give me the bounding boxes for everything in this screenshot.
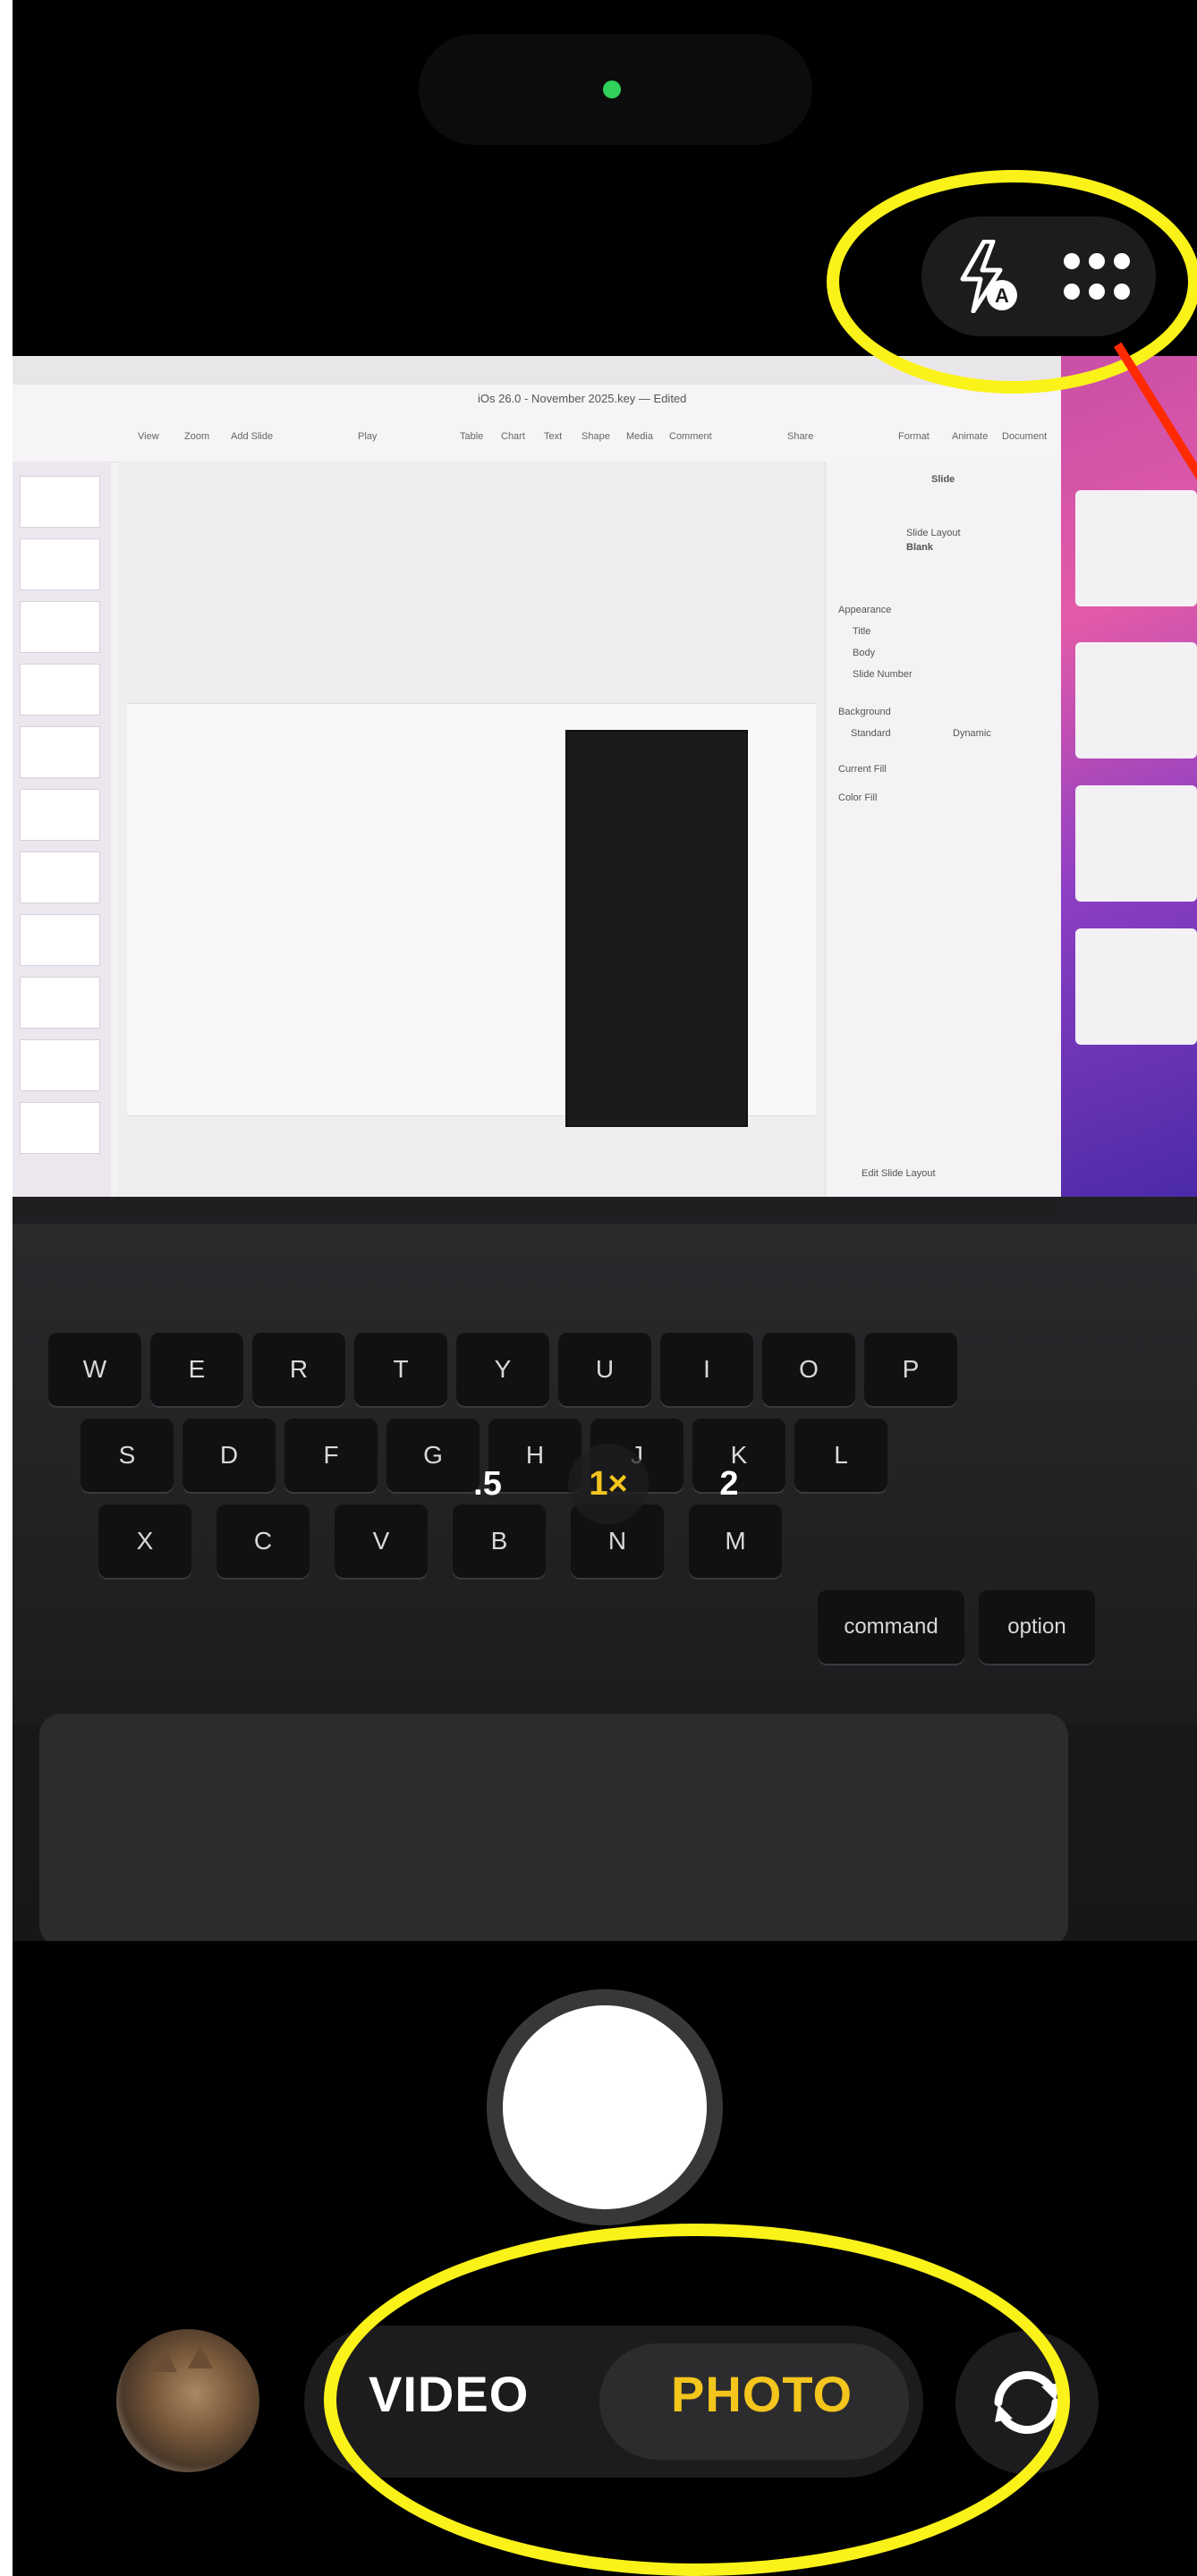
body-option: Body [853, 648, 876, 658]
flash-badge-label: A [995, 284, 1009, 307]
toolbar-chart: Chart [501, 431, 525, 442]
slide-thumbnail [20, 1102, 100, 1154]
mode-video[interactable]: VIDEO [369, 2365, 529, 2423]
slide-thumbnail [20, 664, 100, 716]
embedded-screenshot [565, 730, 748, 1127]
toolbar-comment: Comment [669, 431, 712, 442]
key-option: option [979, 1590, 1095, 1664]
key: D [183, 1419, 276, 1492]
slide-thumbnail [20, 789, 100, 841]
toolbar-play: Play [358, 431, 378, 442]
camera-in-use-indicator [603, 80, 621, 98]
camera-viewfinder[interactable]: iOs 26.0 - November 2025.key — Edited Vi… [13, 356, 1197, 1941]
color-fill-label: Color Fill [838, 792, 878, 803]
toolbar-table: Table [460, 431, 484, 442]
key: S [81, 1419, 174, 1492]
zoom-selector: .5 1× 2 [447, 1444, 769, 1524]
key: P [864, 1333, 957, 1406]
slide-thumbnail [20, 852, 100, 903]
key: F [284, 1419, 378, 1492]
zoom-1x-button[interactable]: 1× [568, 1444, 649, 1524]
toolbar-media: Media [626, 431, 653, 442]
more-options-icon[interactable] [1061, 249, 1133, 306]
key: I [660, 1333, 753, 1406]
slide-thumbnail [20, 538, 100, 590]
zoom-0.5-button[interactable]: .5 [447, 1444, 528, 1524]
toolbar-zoom: Zoom [184, 431, 210, 442]
slide-thumbnail [20, 476, 100, 528]
document-title: iOs 26.0 - November 2025.key — Edited [478, 392, 687, 405]
desktop-window-preview [1075, 928, 1197, 1045]
slide-thumbnail [20, 977, 100, 1029]
camera-app: A iOs 26.0 - November 2025.key — Edited … [13, 0, 1197, 2576]
toolbar-share: Share [787, 431, 814, 442]
toolbar-format: Format [898, 431, 930, 442]
key: C [216, 1504, 310, 1578]
last-photo-thumbnail[interactable] [116, 2329, 259, 2472]
slide-number-option: Slide Number [853, 669, 913, 680]
toolbar-view: View [138, 431, 159, 442]
background-label: Background [838, 707, 891, 717]
toolbar-text: Text [544, 431, 563, 442]
menubar [13, 356, 1197, 385]
dynamic-option: Dynamic [953, 728, 991, 739]
slide-thumbnail [20, 914, 100, 966]
desktop-window-preview [1075, 490, 1197, 606]
flash-auto-icon[interactable]: A [954, 239, 1022, 314]
key: Y [456, 1333, 549, 1406]
dynamic-island [419, 34, 812, 145]
keynote-toolbar: iOs 26.0 - November 2025.key — Edited Vi… [13, 385, 1061, 462]
mode-photo[interactable]: PHOTO [671, 2365, 853, 2423]
camera-flip-icon [994, 2370, 1060, 2435]
shutter-button[interactable] [487, 1989, 723, 2225]
desktop-window-preview [1075, 642, 1197, 758]
zoom-2x-button[interactable]: 2 [689, 1444, 769, 1524]
laptop-screen: iOs 26.0 - November 2025.key — Edited Vi… [13, 356, 1197, 1216]
slide-thumbnail [20, 1039, 100, 1091]
key: T [354, 1333, 447, 1406]
toolbar-shape: Shape [582, 431, 610, 442]
key: O [762, 1333, 855, 1406]
desktop-wallpaper [1061, 356, 1197, 1197]
toolbar-add-slide: Add Slide [231, 431, 274, 442]
key: X [98, 1504, 191, 1578]
standard-option: Standard [851, 728, 891, 739]
cat-ear [152, 2349, 177, 2372]
key: E [150, 1333, 243, 1406]
format-inspector: Slide Slide Layout Blank Appearance Titl… [825, 462, 1062, 1197]
switch-camera-button[interactable] [955, 2331, 1099, 2474]
key: R [252, 1333, 345, 1406]
slide-canvas [118, 462, 825, 1197]
current-fill-label: Current Fill [838, 764, 887, 775]
slide-layout-value: Blank [906, 542, 933, 553]
toolbar-document: Document [1002, 431, 1048, 442]
toolbar-animate: Animate [952, 431, 989, 442]
slide-navigator [13, 462, 111, 1197]
inspector-tab: Slide [931, 474, 955, 485]
slide-thumbnail [20, 601, 100, 653]
key: W [48, 1333, 141, 1406]
title-option: Title [853, 626, 871, 637]
shutter-inner [503, 2005, 707, 2209]
slide-thumbnail [20, 726, 100, 778]
laptop-trackpad [39, 1714, 1068, 1941]
key: V [335, 1504, 428, 1578]
top-controls-pill: A [921, 216, 1156, 336]
edit-slide-layout: Edit Slide Layout [862, 1168, 936, 1179]
slide-layout-label: Slide Layout [906, 528, 961, 538]
desktop-window-preview [1075, 785, 1197, 902]
cat-ear [188, 2345, 213, 2368]
capture-mode-switcher: VIDEO PHOTO [304, 2326, 923, 2478]
key-command: command [818, 1590, 964, 1664]
appearance-label: Appearance [838, 605, 892, 615]
key: L [794, 1419, 887, 1492]
key: U [558, 1333, 651, 1406]
